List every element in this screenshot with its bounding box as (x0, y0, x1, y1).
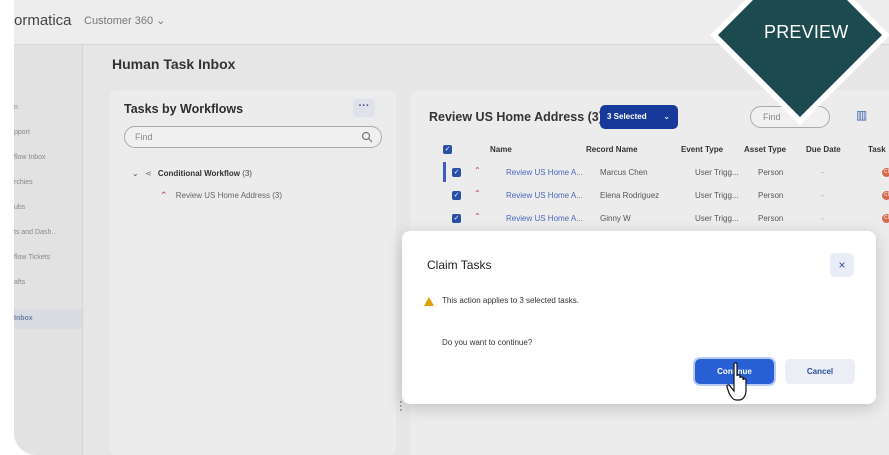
record-name: Marcus Chen (600, 168, 648, 177)
nav-item-workflow-inbox[interactable]: flow Inbox (14, 154, 46, 161)
task-status-icon: CI (882, 214, 889, 223)
column-header-record-name[interactable]: Record Name (586, 145, 638, 154)
due-date: - (821, 214, 824, 223)
claim-tasks-dialog: Claim Tasks × This action applies to 3 s… (402, 231, 876, 404)
panel-resize-handle[interactable]: · · · (399, 397, 403, 416)
more-options-button[interactable]: ··· (353, 99, 375, 117)
due-date: - (821, 191, 824, 200)
workflows-panel: Tasks by Workflows ··· Find ⌄ ⋖ Conditio… (110, 90, 396, 455)
priority-high-icon: ⌃ (474, 166, 481, 175)
asset-type: Person (758, 214, 784, 223)
event-type: User Trigg... (695, 191, 739, 200)
warning-icon (424, 297, 434, 306)
record-name: Elena Rodriguez (600, 191, 660, 200)
priority-high-icon: ⌃ (160, 190, 168, 200)
tree-parent-workflow[interactable]: ⌄ ⋖ Conditional Workflow (3) (132, 169, 252, 178)
column-header-asset-type[interactable]: Asset Type (744, 145, 786, 154)
column-header-name[interactable]: Name (490, 145, 512, 154)
preview-banner (710, 0, 889, 125)
workflow-count: (3) (242, 169, 252, 178)
selected-count-label: 3 Selected (607, 112, 647, 121)
search-icon[interactable] (361, 131, 373, 143)
page-title: Human Task Inbox (112, 56, 236, 72)
left-nav: n pport flow Inbox rchies ubs ts and Das… (14, 45, 83, 455)
nav-item-1[interactable]: n (14, 104, 18, 111)
cancel-button[interactable]: Cancel (785, 359, 855, 384)
task-name-link[interactable]: Review US Home A... (506, 168, 583, 177)
chevron-down-icon[interactable]: ⌄ (132, 169, 139, 178)
nav-item-hierarchies[interactable]: rchies (14, 179, 33, 186)
selected-count-dropdown[interactable]: 3 Selected ⌄ (600, 105, 678, 129)
workflow-icon: ⋖ (144, 169, 152, 178)
nav-item-drafts[interactable]: afts (14, 279, 25, 286)
priority-high-icon: ⌃ (474, 189, 481, 198)
tree-child-label: Review US Home Address (3) (175, 191, 283, 200)
nav-item-reports-dashboards[interactable]: ts and Dash.. (14, 229, 55, 236)
row-checkbox[interactable]: ✓ (452, 168, 461, 177)
column-header-task[interactable]: Task (868, 145, 886, 154)
due-date: - (821, 168, 824, 177)
workflows-find-input[interactable]: Find (124, 126, 382, 148)
close-button[interactable]: × (830, 253, 854, 277)
task-name-link[interactable]: Review US Home A... (506, 214, 583, 223)
product-switcher[interactable]: Customer 360 ⌄ (84, 14, 165, 27)
task-status-icon: CI (882, 191, 889, 200)
nav-item-support[interactable]: pport (14, 129, 30, 136)
asset-type: Person (758, 191, 784, 200)
record-name: Ginny W (600, 214, 631, 223)
task-status-icon: CI (882, 168, 889, 177)
select-all-checkbox[interactable]: ✓ (443, 145, 452, 154)
row-checkbox[interactable]: ✓ (452, 214, 461, 223)
column-header-event-type[interactable]: Event Type (681, 145, 723, 154)
nav-item-hubs[interactable]: ubs (14, 204, 25, 211)
confirm-question: Do you want to continue? (442, 338, 533, 347)
workflow-name: Conditional Workflow (157, 169, 240, 178)
preview-banner-label: PREVIEW (764, 22, 849, 42)
event-type: User Trigg... (695, 214, 739, 223)
workflows-title: Tasks by Workflows (124, 102, 244, 116)
dialog-title: Claim Tasks (427, 258, 492, 272)
asset-type: Person (758, 168, 784, 177)
warning-message: This action applies to 3 selected tasks. (442, 296, 579, 305)
hand-pointer-icon (726, 362, 747, 401)
brand-logo: ormatica (14, 12, 72, 29)
nav-item-inbox[interactable]: Inbox (14, 309, 82, 329)
find-placeholder: Find (135, 132, 153, 142)
chevron-down-icon: ⌄ (663, 112, 670, 121)
event-type: User Trigg... (695, 168, 739, 177)
nav-item-workflow-tickets[interactable]: flow Tickets (14, 254, 50, 261)
column-header-due-date[interactable]: Due Date (806, 145, 841, 154)
task-panel-title: Review US Home Address (3) (429, 110, 603, 124)
row-focus-indicator (443, 162, 446, 182)
row-checkbox[interactable]: ✓ (452, 191, 461, 200)
task-name-link[interactable]: Review US Home A... (506, 191, 583, 200)
priority-high-icon: ⌃ (474, 212, 481, 221)
tree-child-task[interactable]: ⌃ Review US Home Address (3) (160, 190, 282, 201)
